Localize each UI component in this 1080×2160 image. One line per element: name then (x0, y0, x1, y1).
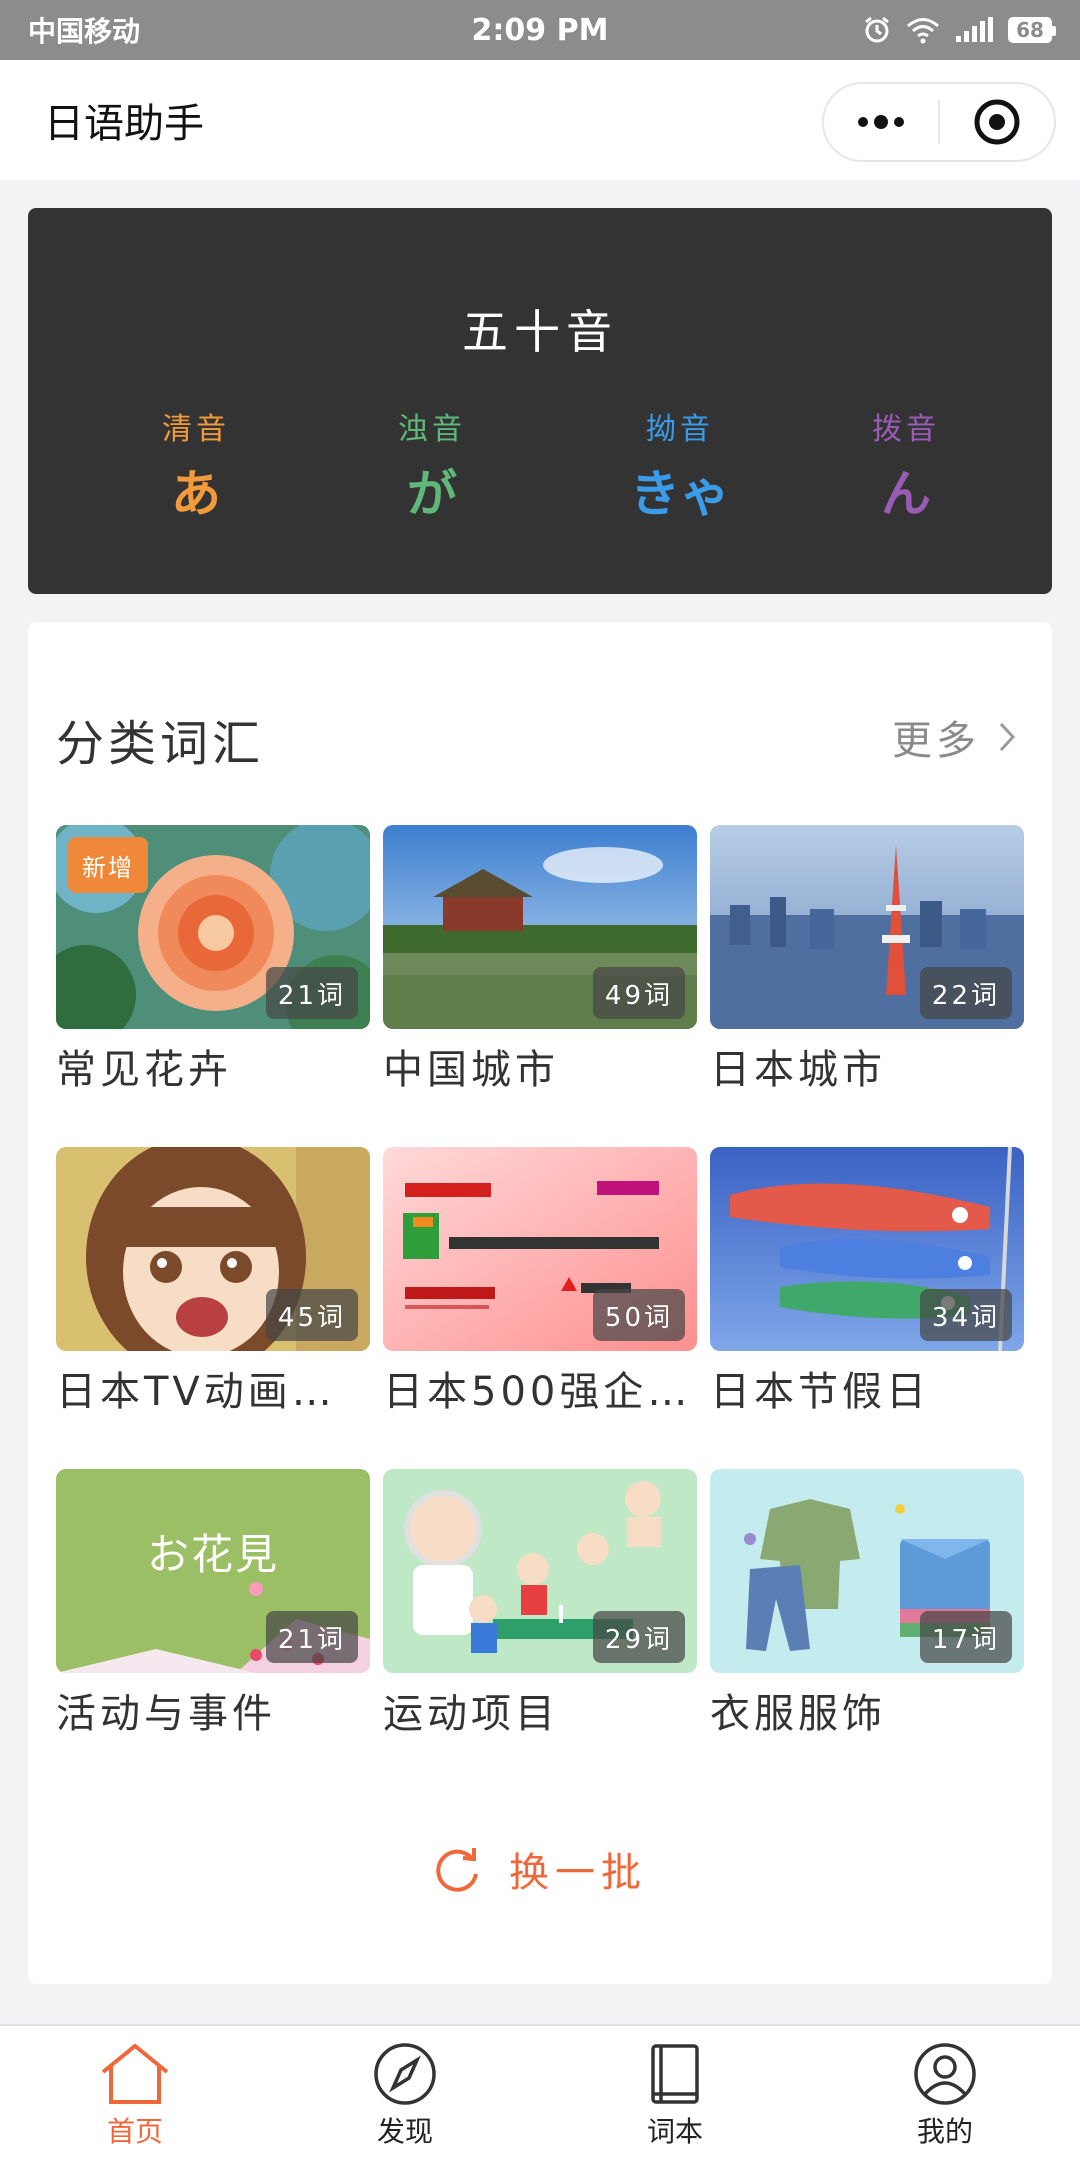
tab-home[interactable]: 首页 (0, 2026, 270, 2160)
category-tile-japan-holidays[interactable]: 34词 日本节假日 (710, 1147, 1024, 1417)
word-count-badge: 21词 (265, 1611, 358, 1663)
category-tile-tv-anime[interactable]: 45词 日本TV动画… (56, 1147, 370, 1417)
category-label: 衣服服饰 (710, 1691, 886, 1737)
user-icon (914, 2043, 976, 2105)
category-tile-flowers[interactable]: 新增 21词 常见花卉 (56, 825, 370, 1095)
category-label: 日本TV动画… (56, 1369, 336, 1415)
category-label: 运动项目 (383, 1691, 559, 1737)
category-tile-top500[interactable]: 50词 日本500强企… (383, 1147, 697, 1417)
kana-label: 清音 (162, 412, 230, 447)
tab-label: 我的 (916, 2115, 973, 2148)
category-label: 日本节假日 (710, 1369, 930, 1415)
category-thumbnail: 22词 (710, 825, 1024, 1029)
bottom-tab-bar: 首页 发现 词本 我的 (0, 2024, 1080, 2160)
category-thumbnail: 49词 (383, 825, 697, 1029)
more-menu-button[interactable] (824, 84, 938, 160)
word-count-badge: 17词 (919, 1611, 1012, 1663)
book-icon (651, 2044, 699, 2104)
word-count-badge: 45词 (265, 1289, 358, 1341)
category-thumbnail: 29词 (383, 1469, 697, 1673)
target-circle-icon (974, 99, 1020, 145)
more-link[interactable]: 更多 (892, 708, 1016, 766)
category-tile-japan-cities[interactable]: 22词 日本城市 (710, 825, 1024, 1095)
kana-char: あ (171, 465, 221, 523)
category-tile-events[interactable]: お花見 21词 活动与事件 (56, 1469, 370, 1739)
category-thumbnail: 新增 21词 (56, 825, 370, 1029)
tab-wordbook[interactable]: 词本 (540, 2026, 810, 2160)
category-thumbnail: 45词 (56, 1147, 370, 1351)
category-thumbnail: お花見 21词 (56, 1469, 370, 1673)
navigation-bar: 日语助手 (0, 60, 1080, 180)
more-label: 更多 (892, 718, 980, 764)
category-thumbnail: 34词 (710, 1147, 1024, 1351)
kana-char: ん (881, 465, 931, 523)
carrier-name: 中国移动 (28, 15, 141, 48)
kana-char: が (407, 465, 457, 523)
kana-label: 拨音 (872, 412, 940, 447)
word-count-badge: 34词 (919, 1289, 1012, 1341)
new-badge: 新增 (68, 837, 148, 893)
home-icon (101, 2043, 169, 2104)
word-count-badge: 29词 (592, 1611, 685, 1663)
tab-label: 发现 (376, 2115, 433, 2148)
battery-level: 68 (1016, 18, 1044, 42)
category-label: 活动与事件 (56, 1691, 276, 1737)
kana-label: 拗音 (646, 412, 714, 447)
word-count-badge: 50词 (592, 1289, 685, 1341)
word-count-badge: 22词 (919, 967, 1012, 1019)
close-program-button[interactable] (940, 84, 1054, 160)
kana-seion[interactable]: 清音 あ (96, 404, 296, 526)
category-thumbnail: 17词 (710, 1469, 1024, 1673)
kana-hatsuon[interactable]: 拨音 ん (806, 404, 1006, 526)
refresh-icon (436, 1848, 478, 1892)
chevron-right-icon (999, 722, 1016, 752)
battery-icon: 68 (1008, 17, 1056, 43)
tab-label: 首页 (106, 2115, 163, 2148)
kana-youon[interactable]: 拗音 きゃ (580, 404, 780, 526)
kana-dakuon[interactable]: 浊音 が (332, 404, 532, 526)
tab-profile[interactable]: 我的 (810, 2026, 1080, 2160)
compass-icon (374, 2043, 436, 2105)
tab-label: 词本 (646, 2115, 703, 2148)
category-tile-china-cities[interactable]: 49词 中国城市 (383, 825, 697, 1095)
category-vocab-panel: 分类词汇 更多 新增 21词 常见花卉 49词 中国城市 22词 日本城市 45… (28, 622, 1052, 1984)
category-label: 常见花卉 (56, 1047, 232, 1093)
word-count-badge: 49词 (592, 967, 685, 1019)
tab-discover[interactable]: 发现 (270, 2026, 540, 2160)
wifi-icon (907, 18, 939, 44)
category-tile-clothing[interactable]: 17词 衣服服饰 (710, 1469, 1024, 1739)
kana-label: 浊音 (398, 412, 466, 447)
category-tile-sports[interactable]: 29词 运动项目 (383, 1469, 697, 1739)
alarm-icon (865, 16, 889, 43)
more-dots-icon (858, 115, 904, 129)
gojuon-card[interactable]: 五十音 清音 あ 浊音 が 拗音 きゃ 拨音 ん (28, 208, 1052, 594)
status-icons: 68 (862, 15, 1056, 45)
kana-char: きゃ (630, 465, 730, 523)
category-label: 日本500强企… (383, 1369, 692, 1415)
category-label: 中国城市 (383, 1047, 559, 1093)
signal-icon (956, 17, 993, 42)
category-thumbnail: 50词 (383, 1147, 697, 1351)
status-bar: 中国移动 2:09 PM 68 (0, 0, 1080, 60)
refresh-label: 换一批 (509, 1850, 647, 1896)
mini-program-capsule (822, 82, 1056, 162)
section-title: 分类词汇 (56, 716, 265, 772)
thumbnail-caption: お花見 (146, 1530, 279, 1579)
gojuon-title: 五十音 (462, 305, 618, 359)
word-count-badge: 21词 (265, 967, 358, 1019)
refresh-batch-button[interactable]: 换一批 (28, 1840, 1052, 1898)
app-title: 日语助手 (44, 101, 204, 147)
category-label: 日本城市 (710, 1047, 886, 1093)
